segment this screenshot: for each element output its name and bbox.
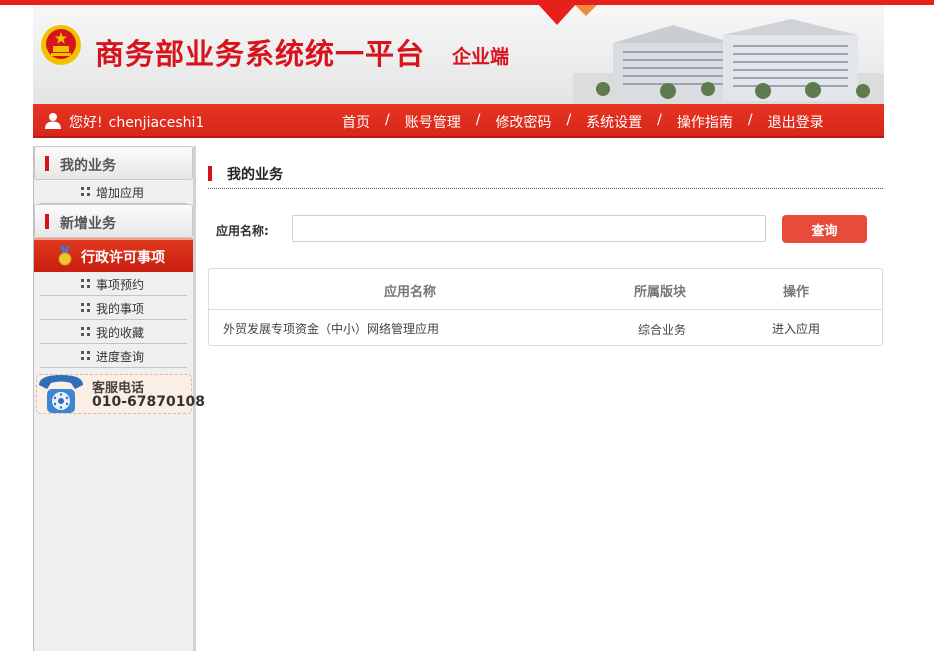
section-marker bbox=[45, 214, 49, 229]
nav-link-account[interactable]: 账号管理 bbox=[405, 112, 461, 132]
sidebar-section-label: 新增业务 bbox=[60, 216, 116, 232]
nav-separator: / bbox=[657, 112, 662, 128]
sidebar-item-progress[interactable]: 进度查询 bbox=[40, 344, 187, 368]
sidebar-section-my-business[interactable]: 我的业务 bbox=[34, 146, 193, 180]
section-cell: 综合业务 bbox=[638, 323, 687, 337]
nav-link-logout[interactable]: 退出登录 bbox=[768, 112, 824, 132]
table-header-row: 应用名称 所属版块 操作 bbox=[209, 269, 882, 310]
drag-dots-icon bbox=[81, 351, 90, 360]
sidebar-item-appointment[interactable]: 事项预约 bbox=[40, 272, 187, 296]
sidebar-item-add-app[interactable]: 增加应用 bbox=[40, 180, 187, 204]
main-title-bar: 我的业务 bbox=[208, 163, 883, 189]
platform-title: 商务部业务系统统一平台 bbox=[95, 37, 426, 71]
sidebar-item-label: 事项预约 bbox=[96, 278, 145, 292]
telephone-icon bbox=[39, 375, 83, 413]
hotline-number: 010-67870108 bbox=[92, 394, 205, 410]
sidebar-item-label: 进度查询 bbox=[96, 350, 145, 364]
search-button[interactable]: 查询 bbox=[782, 215, 867, 243]
table-row: 外贸发展专项资金（中小）网络管理应用 综合业务 进入应用 bbox=[209, 311, 882, 345]
drag-dots-icon bbox=[81, 187, 90, 196]
medal-icon bbox=[58, 246, 72, 266]
nav-links: 首页 / 账号管理 / 修改密码 / 系统设置 / 操作指南 / 退出登录 bbox=[342, 112, 824, 132]
sidebar-item-label: 行政许可事项 bbox=[81, 250, 165, 266]
user-icon bbox=[45, 113, 61, 129]
sidebar-item-favorites[interactable]: 我的收藏 bbox=[40, 320, 187, 344]
application-table: 应用名称 所属版块 操作 外贸发展专项资金（中小）网络管理应用 综合业务 进入应… bbox=[208, 268, 883, 346]
app-name-cell: 外贸发展专项资金（中小）网络管理应用 bbox=[223, 322, 440, 336]
nav-link-change-password[interactable]: 修改密码 bbox=[495, 112, 551, 132]
header-banner: 商务部业务系统统一平台 企业端 bbox=[33, 5, 884, 104]
column-header-action: 操作 bbox=[783, 285, 810, 300]
column-header-section: 所属版块 bbox=[634, 285, 687, 300]
nav-separator: / bbox=[385, 112, 390, 128]
top-nav-bar: 您好! chenjiaceshi1 首页 / 账号管理 / 修改密码 / 系统设置… bbox=[33, 104, 884, 138]
sidebar-item-label: 我的收藏 bbox=[96, 326, 145, 340]
section-marker bbox=[45, 156, 49, 171]
drag-dots-icon bbox=[81, 303, 90, 312]
sidebar-item-label: 增加应用 bbox=[96, 186, 145, 200]
section-marker bbox=[208, 166, 212, 181]
sidebar-section-label: 我的业务 bbox=[60, 158, 116, 174]
platform-subtitle: 企业端 bbox=[452, 46, 510, 68]
customer-service-hotline: 客服电话 010-67870108 bbox=[36, 374, 205, 414]
sidebar-section-new-business[interactable]: 新增业务 bbox=[34, 204, 193, 238]
app-name-search-input[interactable] bbox=[292, 215, 766, 242]
nav-link-settings[interactable]: 系统设置 bbox=[586, 112, 642, 132]
user-greeting: 您好! chenjiaceshi1 bbox=[69, 112, 204, 132]
column-header-app-name: 应用名称 bbox=[384, 285, 437, 300]
nav-link-guide[interactable]: 操作指南 bbox=[677, 112, 733, 132]
greeting-text: 您好! bbox=[69, 115, 103, 131]
sidebar-item-my-matters[interactable]: 我的事项 bbox=[40, 296, 187, 320]
sidebar-item-label: 我的事项 bbox=[96, 302, 145, 316]
drag-dots-icon bbox=[81, 327, 90, 336]
nav-separator: / bbox=[566, 112, 572, 128]
national-emblem-icon bbox=[41, 25, 81, 65]
username: chenjiaceshi1 bbox=[108, 115, 205, 131]
drag-dots-icon bbox=[81, 279, 90, 288]
sidebar: 我的业务 增加应用 新增业务 行政许可事项 事项预约 我的事项 我的收藏 进度查… bbox=[33, 146, 205, 651]
page-title: 我的业务 bbox=[227, 167, 283, 183]
sidebar-item-admin-license[interactable]: 行政许可事项 bbox=[34, 238, 193, 272]
government-building-illustration bbox=[573, 19, 884, 104]
enter-app-link[interactable]: 进入应用 bbox=[772, 320, 820, 337]
search-label: 应用名称: bbox=[216, 224, 269, 238]
nav-separator: / bbox=[475, 112, 481, 128]
nav-separator: / bbox=[747, 112, 753, 128]
nav-link-home[interactable]: 首页 bbox=[342, 112, 370, 132]
